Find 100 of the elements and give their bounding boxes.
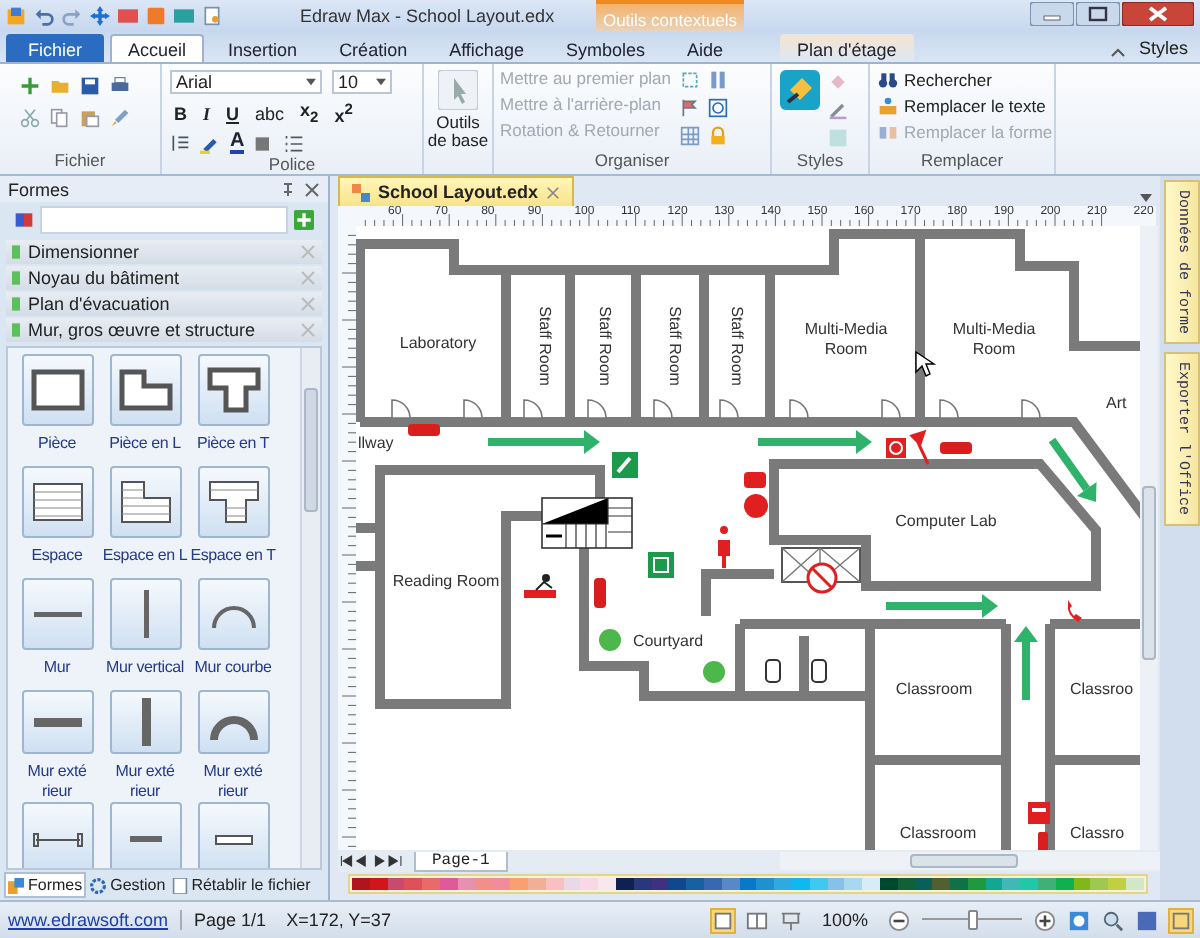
scroll-thumb[interactable]: [910, 854, 1018, 868]
open-folder-icon[interactable]: [50, 76, 70, 96]
document-icon[interactable]: [202, 6, 222, 26]
shape-tile[interactable]: [197, 802, 269, 868]
panel-tab[interactable]: Formes: [4, 872, 87, 898]
format-button[interactable]: abc: [255, 103, 285, 123]
color-swatch[interactable]: [756, 878, 775, 890]
add-icon[interactable]: [294, 210, 314, 230]
shape-tile[interactable]: [109, 578, 181, 650]
copy-icon[interactable]: [50, 108, 70, 128]
maximize-icon[interactable]: [1076, 2, 1120, 26]
format-button[interactable]: x$^{2}$: [334, 100, 353, 126]
color-swatch[interactable]: [686, 878, 704, 890]
close-icon[interactable]: [304, 181, 320, 197]
fullscreen-icon[interactable]: [1170, 909, 1192, 931]
ribbon-tab[interactable]: Symboles: [547, 34, 663, 62]
shape-tile[interactable]: [21, 466, 93, 538]
dropdown-arrow-icon[interactable]: [376, 78, 386, 86]
format-button[interactable]: B: [174, 103, 187, 123]
color-swatch[interactable]: [950, 878, 968, 890]
grid-icon[interactable]: [679, 126, 700, 146]
shape-tile[interactable]: [109, 802, 181, 868]
print-icon[interactable]: [110, 76, 130, 96]
scroll-thumb[interactable]: [1142, 486, 1156, 660]
slider-thumb[interactable]: [968, 910, 978, 930]
website-link[interactable]: www.edrawsoft.com: [8, 910, 183, 930]
color-swatch[interactable]: [422, 878, 440, 890]
format-button[interactable]: x$_{2}$: [300, 100, 319, 126]
ribbon-tab[interactable]: Plan d'étage: [779, 34, 915, 62]
undo-icon[interactable]: [34, 6, 54, 26]
color-swatch[interactable]: [774, 878, 792, 890]
color-swatch[interactable]: [352, 878, 370, 890]
list-icon[interactable]: [284, 133, 305, 153]
theme-icon[interactable]: [780, 70, 820, 110]
shape-tile[interactable]: [197, 354, 269, 426]
highlighter-icon[interactable]: [200, 133, 220, 153]
ribbon-tab[interactable]: Insertion: [210, 34, 316, 62]
search-field[interactable]: [40, 206, 288, 234]
format-button[interactable]: I: [203, 103, 211, 123]
paste-icon[interactable]: [80, 108, 100, 128]
cut-icon[interactable]: [20, 108, 40, 128]
color-swatch[interactable]: [862, 878, 880, 890]
scrollbar[interactable]: [300, 348, 320, 868]
fill-icon[interactable]: [254, 133, 275, 153]
shape-tile[interactable]: [197, 690, 269, 754]
color-swatch[interactable]: [1108, 878, 1127, 890]
ribbon-tab[interactable]: Affichage: [431, 34, 542, 62]
shape-tile[interactable]: [109, 690, 181, 754]
library-icon[interactable]: [14, 210, 34, 230]
replace-button[interactable]: Remplacer le texte: [904, 96, 1046, 116]
ribbon-tab[interactable]: Fichier: [6, 34, 105, 62]
scrollbar[interactable]: [780, 852, 1160, 870]
shadow-icon[interactable]: [828, 128, 848, 148]
redo-icon[interactable]: [62, 6, 82, 26]
color-swatch[interactable]: [580, 878, 599, 890]
color-swatch[interactable]: [1090, 878, 1109, 890]
color-swatch[interactable]: [1126, 878, 1144, 890]
styles-menu[interactable]: Styles: [1138, 38, 1188, 58]
dropdown-arrow-icon[interactable]: [306, 78, 316, 86]
color-swatch[interactable]: [510, 878, 528, 890]
color-swatch[interactable]: [1038, 878, 1056, 890]
basic-tools-button[interactable]: Outils de base: [426, 114, 490, 150]
split-view-icon[interactable]: [745, 909, 768, 931]
page-tab[interactable]: Page-1: [414, 851, 508, 871]
shape-tile[interactable]: [21, 354, 93, 426]
lock-icon[interactable]: [707, 126, 728, 146]
color-swatch[interactable]: [404, 878, 423, 890]
color-swatch[interactable]: [932, 878, 951, 890]
shape-tile[interactable]: [21, 802, 93, 868]
zoom-in-icon[interactable]: [1034, 909, 1056, 931]
save-icon[interactable]: [80, 76, 100, 96]
pointer-icon[interactable]: [438, 70, 478, 110]
color-swatch[interactable]: [492, 878, 511, 890]
page-navigation-icon[interactable]: [338, 854, 406, 868]
target-icon[interactable]: [707, 98, 728, 118]
replace-button[interactable]: Rechercher: [904, 70, 992, 90]
grid-view-icon[interactable]: [1136, 909, 1158, 931]
pencil-icon[interactable]: [828, 100, 848, 120]
document-tab[interactable]: School Layout.edx: [338, 176, 575, 206]
font-dropdown[interactable]: Arial: [170, 70, 322, 94]
page-view-icon[interactable]: [711, 909, 734, 931]
ribbon-tab[interactable]: Aide: [668, 34, 741, 62]
color-swatch[interactable]: [1002, 878, 1021, 890]
new-icon[interactable]: [20, 76, 40, 96]
flag-icon[interactable]: [679, 98, 700, 118]
scrollbar[interactable]: [1140, 226, 1158, 850]
brush-icon[interactable]: [110, 108, 130, 128]
shape-tile[interactable]: [109, 354, 181, 426]
fit-page-icon[interactable]: [1068, 909, 1090, 931]
color-swatch[interactable]: [844, 878, 863, 890]
format-button[interactable]: U: [226, 103, 240, 123]
size-dropdown[interactable]: 10: [332, 70, 392, 94]
font-color-button[interactable]: A: [230, 132, 245, 154]
ribbon-tab[interactable]: Accueil: [110, 34, 205, 62]
move-icon[interactable]: [90, 6, 110, 26]
line-spacing-icon[interactable]: [170, 133, 190, 153]
shape-tile[interactable]: [21, 578, 93, 650]
presentation-icon[interactable]: [779, 909, 802, 931]
paint-bucket-icon[interactable]: [828, 72, 848, 92]
panel-tab[interactable]: Rétablir le fichier: [169, 872, 313, 898]
